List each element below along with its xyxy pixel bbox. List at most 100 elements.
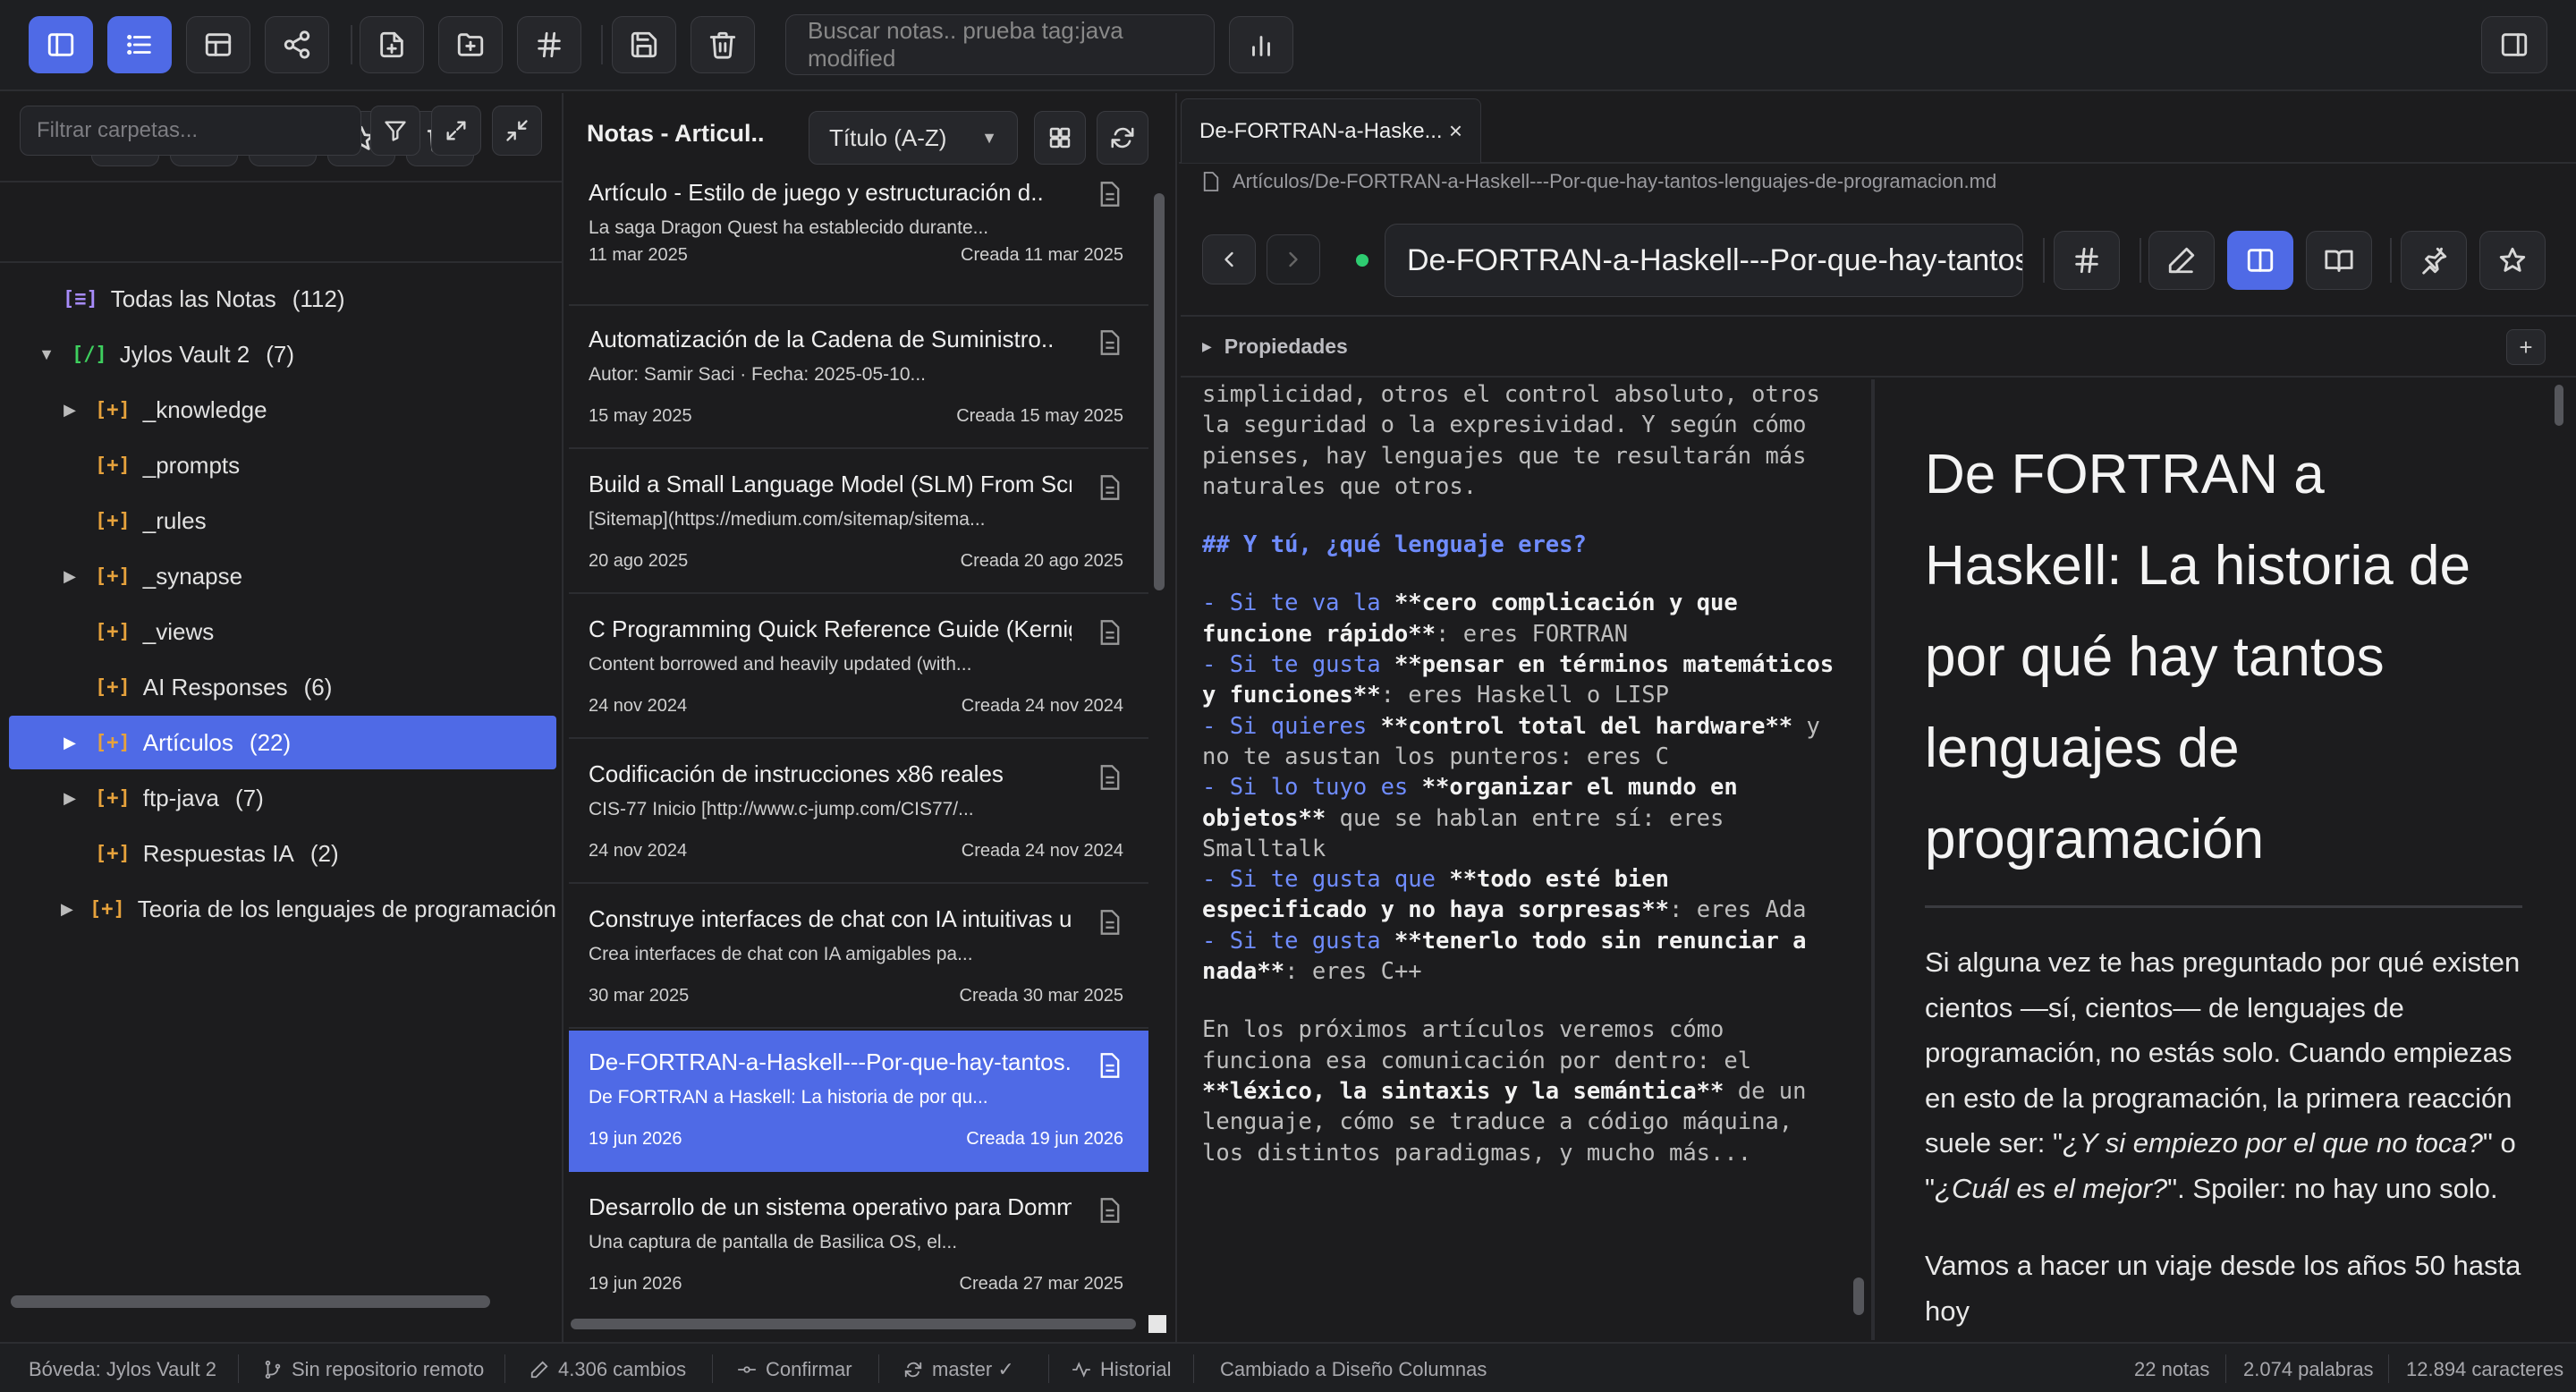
- status-repo[interactable]: Sin repositorio remoto: [263, 1358, 484, 1381]
- trash-icon: [709, 31, 736, 59]
- note-excerpt: Crea interfaces de chat con IA amigables…: [589, 944, 973, 964]
- folder-ftp-java[interactable]: ▶ [+] ftp-java (7): [9, 771, 556, 825]
- toolbar-separator: [601, 25, 603, 64]
- delete-button[interactable]: [691, 16, 755, 73]
- branch-selector[interactable]: master ✓: [903, 1358, 1014, 1381]
- status-changes-text: 4.306 cambios: [558, 1358, 687, 1380]
- search-input[interactable]: Buscar notas.. prueba tag:java modified: [785, 14, 1215, 75]
- folder-articulos[interactable]: ▶ [+] Artículos (22): [9, 716, 556, 769]
- back-button[interactable]: [1202, 234, 1256, 284]
- scroll-corner: [1148, 1315, 1166, 1333]
- graph-view-button[interactable]: [265, 16, 329, 73]
- folder-ai-responses[interactable]: [+] AI Responses (6): [9, 660, 556, 714]
- commit-button[interactable]: Confirmar: [737, 1358, 852, 1381]
- bar-chart-icon: [1252, 36, 1270, 56]
- split-mode-button[interactable]: [2227, 231, 2293, 290]
- folder-knowledge[interactable]: ▶ [+] _knowledge: [9, 383, 556, 437]
- new-note-button[interactable]: [360, 16, 424, 73]
- tab-active-note[interactable]: De-FORTRAN-a-Haske... ×: [1181, 98, 1481, 163]
- folder-rules[interactable]: [+] _rules: [9, 494, 556, 547]
- stats-button[interactable]: [1229, 16, 1293, 73]
- document-icon: [1203, 172, 1219, 191]
- add-property-button[interactable]: +: [2506, 329, 2546, 365]
- sort-select[interactable]: Título (A-Z) ▼: [809, 111, 1018, 165]
- folder-respuestas-ia[interactable]: [+] Respuestas IA (2): [9, 827, 556, 880]
- note-date: 24 nov 2024: [589, 696, 688, 716]
- note-created: Creada 27 mar 2025: [959, 1274, 1123, 1294]
- pin-note-button[interactable]: [2401, 231, 2467, 290]
- history-button[interactable]: Historial: [1072, 1358, 1171, 1381]
- layout-button[interactable]: [186, 16, 250, 73]
- note-item-selected[interactable]: De-FORTRAN-a-Haskell---Por-que-hay-tanto…: [569, 1031, 1148, 1172]
- note-item[interactable]: Construye interfaces de chat con IA intu…: [569, 887, 1148, 1029]
- note-excerpt: CIS-77 Inicio [http://www.c-jump.com/CIS…: [589, 799, 974, 819]
- toolbar-separator: [2043, 238, 2045, 283]
- chevron-down-icon[interactable]: ▼: [38, 345, 55, 364]
- status-separator: [2225, 1354, 2226, 1383]
- notes-horizontal-scrollbar[interactable]: [571, 1319, 1136, 1329]
- folder-prompts[interactable]: [+] _prompts: [9, 438, 556, 492]
- note-item[interactable]: Codificación de instrucciones x86 reales…: [569, 743, 1148, 884]
- status-separator: [878, 1354, 879, 1383]
- toggle-notes-list-button[interactable]: [107, 16, 172, 73]
- markdown-editor[interactable]: simplicidad, otros el control absoluto, …: [1181, 379, 1871, 1340]
- folder-horizontal-scrollbar[interactable]: [11, 1295, 490, 1308]
- folder-views[interactable]: [+] _views: [9, 605, 556, 658]
- collapse-all-button[interactable]: [492, 106, 542, 156]
- folder-icon: [+]: [95, 398, 131, 421]
- note-tags-button[interactable]: [2054, 231, 2120, 290]
- folder-teoria-lenguajes[interactable]: ▶ [+] Teoria de los lenguajes de program…: [9, 882, 556, 936]
- note-item[interactable]: C Programming Quick Reference Guide (Ker…: [569, 598, 1148, 739]
- expand-all-button[interactable]: [431, 106, 481, 156]
- folder-label: _synapse: [142, 562, 243, 590]
- folder-label: Jylos Vault 2: [119, 340, 250, 368]
- chevron-right-icon[interactable]: ▶: [61, 567, 79, 586]
- folder-synapse[interactable]: ▶ [+] _synapse: [9, 549, 556, 603]
- document-icon: [1098, 619, 1122, 646]
- note-item[interactable]: Build a Small Language Model (SLM) From …: [569, 453, 1148, 594]
- note-excerpt: Una captura de pantalla de Basilica OS, …: [589, 1232, 958, 1252]
- refresh-button[interactable]: [1097, 111, 1148, 165]
- document-icon: [1098, 181, 1122, 208]
- save-button[interactable]: [612, 16, 676, 73]
- note-item[interactable]: Artículo - Estilo de juego y estructurac…: [569, 175, 1148, 306]
- tags-button[interactable]: [517, 16, 581, 73]
- notes-vertical-scrollbar[interactable]: [1154, 193, 1165, 590]
- folder-all-notes[interactable]: [≡] Todas las Notas (112): [9, 272, 556, 326]
- note-title: Artículo - Estilo de juego y estructurac…: [589, 179, 1044, 206]
- status-separator: [2388, 1354, 2389, 1383]
- toggle-sidebar-button[interactable]: [29, 16, 93, 73]
- hash-icon: [2075, 247, 2098, 274]
- note-item[interactable]: Desarrollo de un sistema operativo para …: [569, 1176, 1148, 1317]
- note-item[interactable]: Automatización de la Cadena de Suministr…: [569, 308, 1148, 449]
- folder-label: _prompts: [142, 451, 241, 479]
- status-changes[interactable]: 4.306 cambios: [530, 1358, 686, 1381]
- folder-vault-root[interactable]: ▼ [/] Jylos Vault 2 (7): [9, 327, 556, 381]
- new-folder-button[interactable]: [438, 16, 503, 73]
- chevron-right-icon[interactable]: ▶: [61, 900, 73, 919]
- toggle-right-panel-button[interactable]: [2481, 16, 2547, 73]
- chevron-right-icon[interactable]: ▶: [61, 734, 79, 752]
- editor-vertical-scrollbar[interactable]: [1853, 1277, 1864, 1315]
- note-date: 19 jun 2026: [589, 1129, 682, 1149]
- file-plus-icon: [380, 31, 403, 58]
- favorite-note-button[interactable]: [2479, 231, 2546, 290]
- folder-label: _rules: [142, 506, 207, 534]
- forward-button[interactable]: [1267, 234, 1320, 284]
- close-icon[interactable]: ×: [1449, 117, 1462, 145]
- md-text: : eres Haskell o LISP: [1380, 682, 1669, 709]
- grid-view-button[interactable]: [1034, 111, 1086, 165]
- note-date: 20 ago 2025: [589, 551, 689, 571]
- chevron-right-icon[interactable]: ▶: [61, 789, 79, 808]
- notes-list-title: Notas - Articul..: [587, 120, 765, 147]
- reading-mode-button[interactable]: [2306, 231, 2372, 290]
- chevron-right-icon[interactable]: ▶: [61, 401, 79, 420]
- refresh-icon: [1111, 127, 1134, 149]
- filter-button[interactable]: [370, 106, 420, 156]
- preview-vertical-scrollbar[interactable]: [2555, 385, 2563, 426]
- folder-filter-input[interactable]: Filtrar carpetas...: [20, 106, 361, 156]
- note-title-input[interactable]: De-FORTRAN-a-Haskell---Por-que-hay-tanto…: [1385, 224, 2023, 297]
- folder-label: Teoria de los lenguajes de programación: [137, 895, 556, 922]
- edit-mode-button[interactable]: [2148, 231, 2215, 290]
- properties-toggle[interactable]: ▶ Propiedades: [1181, 315, 2576, 378]
